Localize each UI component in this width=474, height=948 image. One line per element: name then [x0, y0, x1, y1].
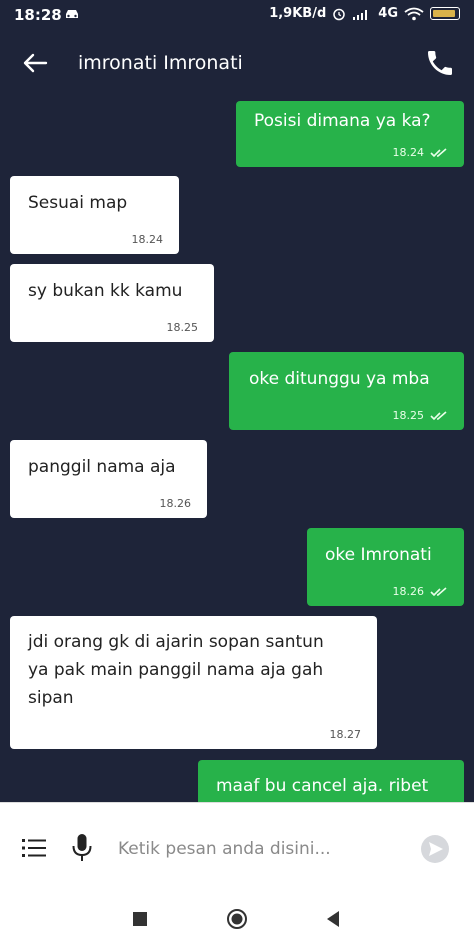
message-text: panggil nama aja	[28, 457, 176, 477]
battery-icon	[430, 7, 460, 20]
phone-icon[interactable]	[424, 47, 456, 79]
contact-name: imronati Imronati	[78, 52, 243, 74]
double-check-icon	[430, 410, 447, 420]
message-outgoing[interactable]: oke Imronati 18.26	[307, 528, 464, 606]
status-bar: 18:28 1,9KB/d 4G	[0, 0, 474, 30]
network-speed: 1,9KB/d	[269, 6, 327, 21]
alarm-icon	[333, 8, 346, 20]
status-time: 18:28	[14, 6, 62, 24]
message-incoming[interactable]: Sesuai map 18.24	[10, 176, 179, 254]
message-time: 18.25	[166, 321, 199, 334]
message-incoming[interactable]: sy bukan kk kamu 18.25	[10, 264, 214, 342]
nav-recent-icon[interactable]	[129, 908, 151, 930]
message-time: 18.24	[131, 233, 164, 246]
wifi-icon	[404, 7, 424, 20]
message-text: maaf bu cancel aja. ribet	[216, 776, 429, 796]
message-incoming[interactable]: jdi orang gk di ajarin sopan santun ya p…	[10, 616, 377, 749]
car-icon	[66, 10, 78, 18]
send-icon[interactable]	[420, 834, 450, 864]
chat-header: imronati Imronati	[0, 30, 474, 98]
double-check-icon	[430, 147, 447, 157]
message-list[interactable]: Posisi dimana ya ka? 18.24 Sesuai map 18…	[0, 98, 474, 802]
double-check-icon	[430, 586, 447, 596]
message-text: sy bukan kk kamu	[28, 281, 183, 301]
message-text: oke Imronati	[325, 545, 432, 565]
menu-list-icon[interactable]	[22, 837, 46, 859]
message-input[interactable]	[116, 833, 390, 865]
message-text: Sesuai map	[28, 193, 128, 213]
network-type: 4G	[378, 6, 398, 21]
message-incoming[interactable]: panggil nama aja 18.26	[10, 440, 207, 518]
message-text: Posisi dimana ya ka?	[254, 111, 431, 131]
status-right: 1,9KB/d 4G	[269, 6, 460, 21]
back-arrow-icon[interactable]	[20, 48, 50, 78]
nav-back-icon[interactable]	[322, 908, 344, 930]
message-outgoing[interactable]: Posisi dimana ya ka? 18.24	[236, 101, 464, 167]
microphone-icon[interactable]	[70, 833, 94, 863]
system-navigation-bar	[0, 890, 474, 948]
nav-home-icon[interactable]	[226, 908, 248, 930]
message-time: 18.25	[392, 409, 425, 422]
message-time: 18.27	[329, 728, 362, 741]
message-composer	[0, 802, 474, 891]
message-outgoing[interactable]: maaf bu cancel aja. ribet	[198, 760, 464, 802]
message-time: 18.24	[392, 146, 425, 159]
message-text: oke ditunggu ya mba	[249, 369, 430, 389]
message-text: jdi orang gk di ajarin sopan santun ya p…	[28, 632, 324, 708]
message-outgoing[interactable]: oke ditunggu ya mba 18.25	[229, 352, 464, 430]
message-time: 18.26	[159, 497, 192, 510]
signal-icon	[353, 9, 368, 20]
message-time: 18.26	[392, 585, 425, 598]
